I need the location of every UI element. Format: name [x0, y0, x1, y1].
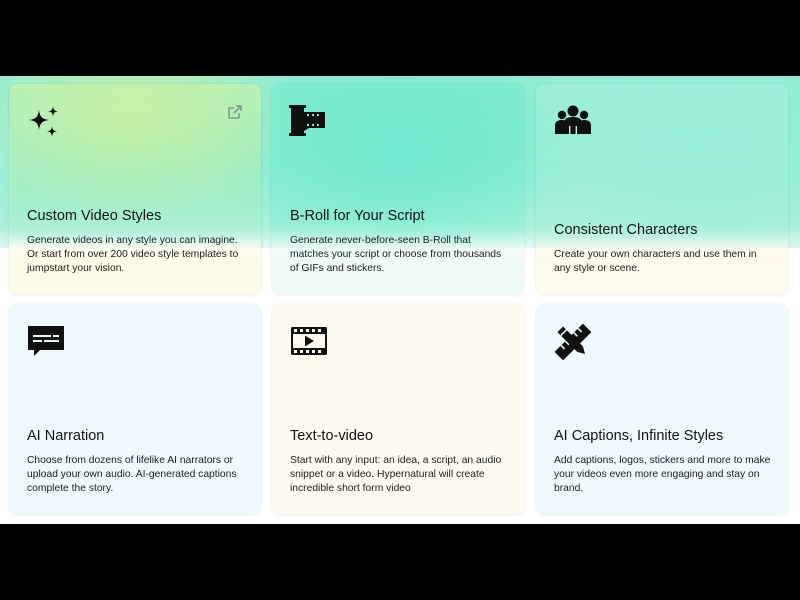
- card-title: AI Captions, Infinite Styles: [554, 428, 724, 444]
- top-black-band: [0, 0, 800, 76]
- card-title: B-Roll for Your Script: [290, 208, 425, 224]
- feature-card-ai-narration[interactable]: AI Narration Choose from dozens of lifel…: [9, 304, 261, 514]
- speech-bubble-icon: [26, 324, 66, 362]
- bottom-black-band: [0, 524, 800, 600]
- card-title: Text-to-video: [290, 428, 374, 444]
- film-roll-icon: [289, 104, 329, 142]
- card-description: Choose from dozens of lifelike AI narrat…: [27, 455, 237, 495]
- card-description: Start with any input: an idea, a script,…: [290, 455, 502, 495]
- card-title: Consistent Characters: [554, 222, 698, 238]
- sparkles-icon: [26, 104, 66, 142]
- card-title: AI Narration: [27, 428, 105, 444]
- pencil-ruler-icon: [553, 324, 593, 362]
- card-description: Add captions, logos, stickers and more t…: [554, 455, 771, 495]
- feature-card-text-to-video[interactable]: Text-to-video Start with any input: an i…: [272, 304, 524, 514]
- features-section: Custom Video Styles Generate videos in a…: [0, 76, 800, 524]
- feature-card-custom-video-styles[interactable]: Custom Video Styles Generate videos in a…: [9, 84, 261, 294]
- people-group-icon: [553, 104, 593, 142]
- feature-card-b-roll[interactable]: B-Roll for Your Script Generate never-be…: [272, 84, 524, 294]
- card-description: Generate never-before-seen B-Roll that m…: [290, 235, 502, 275]
- feature-card-consistent-characters[interactable]: Consistent Characters Create your own ch…: [536, 84, 788, 294]
- card-description: Generate videos in any style you can ima…: [27, 235, 239, 275]
- card-description: Create your own characters and use them …: [554, 249, 757, 275]
- video-play-icon: [289, 324, 329, 362]
- feature-card-ai-captions[interactable]: AI Captions, Infinite Styles Add caption…: [536, 304, 788, 514]
- external-link-icon[interactable]: [227, 104, 243, 120]
- card-title: Custom Video Styles: [27, 208, 162, 224]
